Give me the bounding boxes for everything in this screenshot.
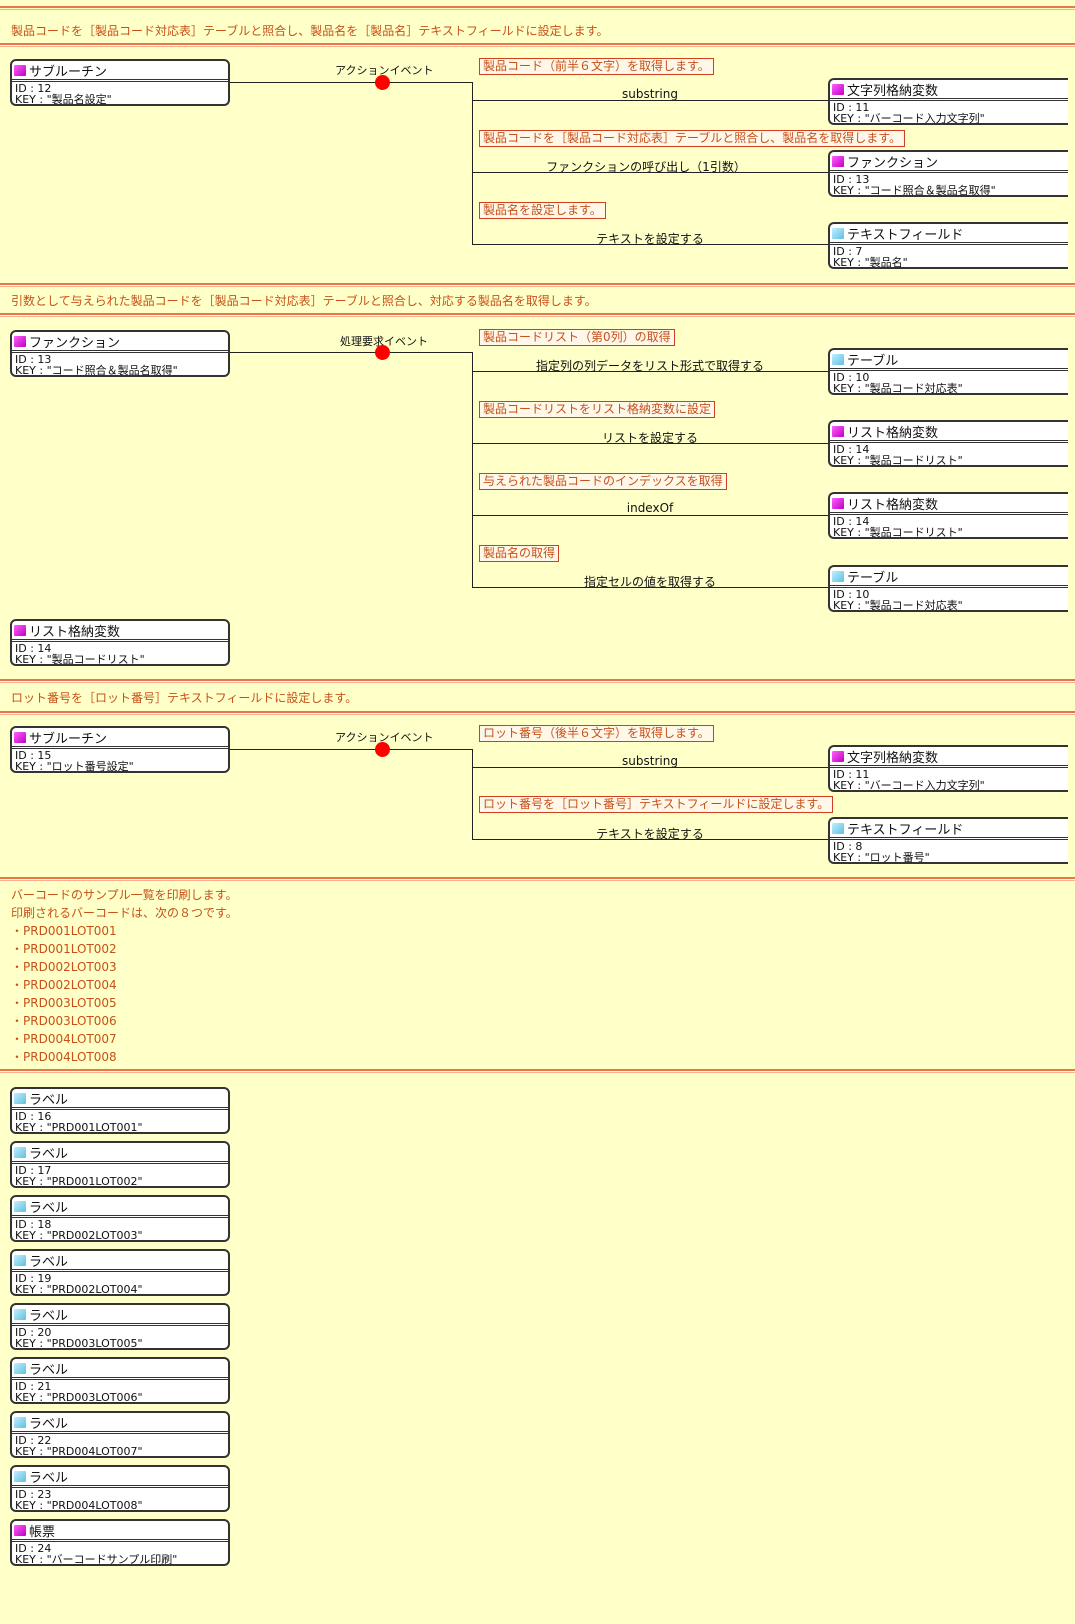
report-node[interactable]: 帳票 ID : 24 KEY : "バーコードサンプル印刷" [10,1519,230,1566]
section-separator [0,283,1075,287]
function-node[interactable]: ファンクション ID : 13 KEY : "コード照合＆製品名取得" [828,150,1068,197]
report-icon [14,1524,26,1536]
description-line: バーコードのサンプル一覧を印刷します。 [11,888,238,902]
section-separator [0,313,1075,317]
action-label: indexOf [626,501,674,515]
action-label: substring [622,754,678,768]
section-separator [0,43,1075,47]
label-node[interactable]: ラベル ID : 19 KEY : "PRD002LOT004" [10,1249,230,1296]
label-icon [14,1308,26,1320]
section-separator [0,711,1075,715]
subroutine-node[interactable]: サブルーチン ID : 12 KEY : "製品名設定" [10,59,230,106]
label-icon [14,1254,26,1266]
label-node[interactable]: ラベル ID : 23 KEY : "PRD004LOT008" [10,1465,230,1512]
label-icon [14,1200,26,1212]
section-title: ロット番号を［ロット番号］テキストフィールドに設定します。 [11,691,358,705]
function-node[interactable]: ファンクション ID : 13 KEY : "コード照合＆製品名取得" [10,330,230,377]
function-icon [14,335,26,347]
barcode-item: ・PRD003LOT005 [11,996,117,1010]
label-node[interactable]: ラベル ID : 20 KEY : "PRD003LOT005" [10,1303,230,1350]
label-icon [14,1470,26,1482]
step-note: 製品名の取得 [479,545,560,562]
label-node[interactable]: ラベル ID : 17 KEY : "PRD001LOT002" [10,1141,230,1188]
label-node[interactable]: ラベル ID : 16 KEY : "PRD001LOT001" [10,1087,230,1134]
table-node[interactable]: テーブル ID : 10 KEY : "製品コード対応表" [828,348,1068,395]
variable-icon [832,83,844,95]
description-line: 印刷されるバーコードは、次の８つです。 [11,906,238,920]
barcode-item: ・PRD004LOT008 [11,1050,117,1064]
action-label: substring [622,87,678,101]
textfield-node[interactable]: テキストフィールド ID : 7 KEY : "製品名" [828,222,1068,269]
variable-icon [832,497,844,509]
event-dot[interactable] [375,742,390,757]
step-note: ロット番号を［ロット番号］テキストフィールドに設定します。 [479,796,834,813]
label-node[interactable]: ラベル ID : 21 KEY : "PRD003LOT006" [10,1357,230,1404]
section-title: 引数として与えられた製品コードを［製品コード対応表］テーブルと照合し、対応する製… [11,294,597,308]
label-icon [14,1092,26,1104]
table-icon [832,353,844,365]
barcode-item: ・PRD001LOT002 [11,942,117,956]
subroutine-icon [14,64,26,76]
step-note: 製品コード（前半６文字）を取得します。 [479,58,714,75]
variable-icon [832,750,844,762]
variable-icon [14,624,26,636]
label-icon [14,1362,26,1374]
label-icon [14,1416,26,1428]
textfield-icon [832,227,844,239]
table-icon [832,570,844,582]
textfield-node[interactable]: テキストフィールド ID : 8 KEY : "ロット番号" [828,817,1068,864]
step-note: ロット番号（後半６文字）を取得します。 [479,725,714,742]
subroutine-icon [14,731,26,743]
barcode-item: ・PRD003LOT006 [11,1014,117,1028]
section-separator [0,877,1075,881]
event-dot[interactable] [375,345,390,360]
table-node[interactable]: テーブル ID : 10 KEY : "製品コード対応表" [828,565,1068,612]
step-note: 与えられた製品コードのインデックスを取得 [479,473,727,490]
subroutine-node[interactable]: サブルーチン ID : 15 KEY : "ロット番号設定" [10,726,230,773]
barcode-item: ・PRD001LOT001 [11,924,117,938]
step-note: 製品名を設定します。 [479,202,606,219]
list-variable-node[interactable]: リスト格納変数 ID : 14 KEY : "製品コードリスト" [828,492,1068,539]
section-separator [0,1069,1075,1073]
barcode-item: ・PRD002LOT004 [11,978,117,992]
section-title: 製品コードを［製品コード対応表］テーブルと照合し、製品名を［製品名］テキストフィ… [11,24,609,38]
barcode-item: ・PRD004LOT007 [11,1032,117,1046]
section-separator [0,6,1075,10]
section-separator [0,679,1075,683]
string-variable-node[interactable]: 文字列格納変数 ID : 11 KEY : "バーコード入力文字列" [828,78,1068,125]
event-dot[interactable] [375,75,390,90]
label-icon [14,1146,26,1158]
string-variable-node[interactable]: 文字列格納変数 ID : 11 KEY : "バーコード入力文字列" [828,745,1068,792]
step-note: 製品コードを［製品コード対応表］テーブルと照合し、製品名を取得します。 [479,130,906,147]
label-node[interactable]: ラベル ID : 18 KEY : "PRD002LOT003" [10,1195,230,1242]
function-icon [832,155,844,167]
step-note: 製品コードリストをリスト格納変数に設定 [479,401,716,418]
list-variable-node[interactable]: リスト格納変数 ID : 14 KEY : "製品コードリスト" [828,420,1068,467]
list-variable-node[interactable]: リスト格納変数 ID : 14 KEY : "製品コードリスト" [10,619,230,666]
label-node[interactable]: ラベル ID : 22 KEY : "PRD004LOT007" [10,1411,230,1458]
barcode-item: ・PRD002LOT003 [11,960,117,974]
variable-icon [832,425,844,437]
step-note: 製品コードリスト（第0列）の取得 [479,329,675,346]
textfield-icon [832,822,844,834]
